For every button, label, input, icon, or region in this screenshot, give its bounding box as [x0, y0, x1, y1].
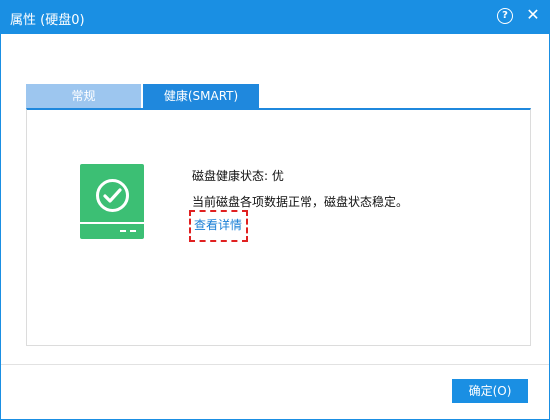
close-icon[interactable]: ✕ — [524, 6, 542, 24]
title-bar: 属性 (硬盘0) ? ✕ — [0, 0, 550, 34]
ok-button[interactable]: 确定(O) — [452, 379, 528, 403]
check-circle — [96, 179, 129, 212]
window-title: 属性 (硬盘0) — [10, 13, 85, 28]
health-status: 磁盘健康状态: 优 — [192, 169, 284, 183]
disk-indicator — [120, 230, 126, 232]
help-icon[interactable]: ? — [497, 8, 513, 24]
tab-general[interactable]: 常规 — [26, 84, 141, 108]
tab-smart[interactable]: 健康(SMART) — [143, 84, 259, 108]
view-details-link[interactable]: 查看详情 — [189, 210, 248, 242]
disk-base-line — [80, 222, 144, 224]
disk-health-icon — [80, 164, 144, 239]
disk-indicator — [130, 230, 136, 232]
health-description: 当前磁盘各项数据正常，磁盘状态稳定。 — [192, 195, 409, 209]
checkmark-icon — [103, 188, 122, 203]
footer-divider — [1, 364, 549, 365]
